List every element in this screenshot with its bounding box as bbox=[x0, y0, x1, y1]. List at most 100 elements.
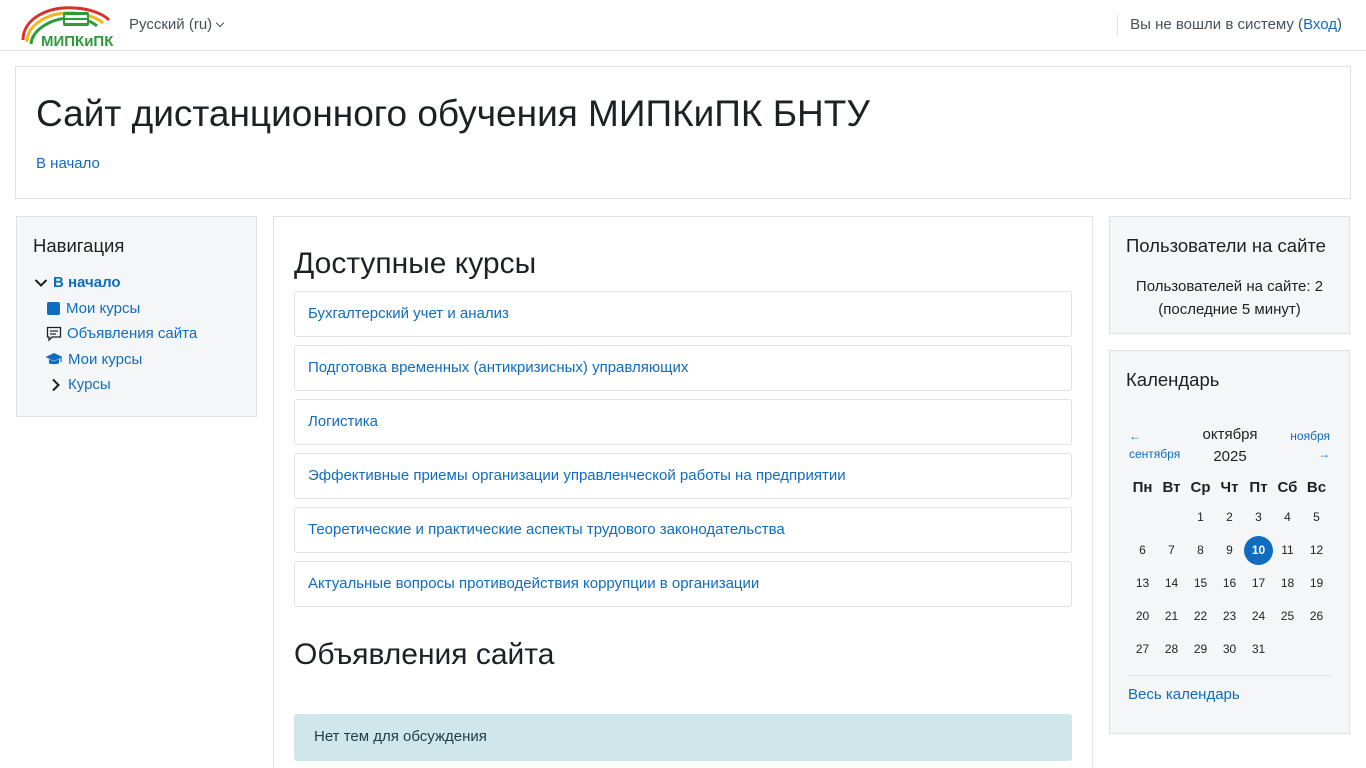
calendar-day[interactable]: 16 bbox=[1215, 569, 1244, 598]
nav-item-my-courses-2[interactable]: Мои курсы bbox=[45, 351, 142, 368]
online-users-period: (последние 5 минут) bbox=[1158, 301, 1301, 318]
calendar-weekday: Пт bbox=[1249, 479, 1268, 496]
login-prefix: Вы не вошли в систему ( bbox=[1130, 16, 1304, 33]
calendar-day[interactable]: 15 bbox=[1186, 569, 1215, 598]
online-users-info: Пользователей на сайте: 2 (последние 5 м… bbox=[1110, 275, 1349, 321]
calendar-prev-month[interactable]: ← сентября bbox=[1129, 427, 1180, 463]
calendar-day[interactable]: 8 bbox=[1186, 536, 1215, 565]
course-item[interactable]: Логистика bbox=[294, 399, 1072, 445]
calendar-weekday-row: Пн Вт Ср Чт Пт Сб Вс bbox=[1128, 475, 1331, 501]
calendar-day[interactable]: 12 bbox=[1302, 536, 1331, 565]
calendar-day[interactable]: 31 bbox=[1244, 635, 1273, 664]
current-month-label: октября bbox=[1202, 426, 1258, 443]
logo-text: МИПКиПК bbox=[41, 33, 114, 48]
login-info: Вы не вошли в систему (Вход) bbox=[1130, 16, 1342, 33]
navigation-title: Навигация bbox=[33, 235, 125, 256]
calendar-block: Календарь ← сентября октября 2025 ноября… bbox=[1109, 350, 1350, 734]
main-content: Доступные курсы Бухгалтерский учет и ана… bbox=[273, 216, 1093, 768]
nav-item-label: Мои курсы bbox=[68, 351, 143, 368]
calendar-day[interactable]: 20 bbox=[1128, 602, 1157, 631]
calendar-day[interactable]: 30 bbox=[1215, 635, 1244, 664]
calendar-day[interactable]: 6 bbox=[1128, 536, 1157, 565]
course-item[interactable]: Подготовка временных (антикризисных) упр… bbox=[294, 345, 1072, 391]
calendar-day[interactable]: 26 bbox=[1302, 602, 1331, 631]
calendar-day[interactable]: 4 bbox=[1273, 503, 1302, 532]
course-item[interactable]: Бухгалтерский учет и анализ bbox=[294, 291, 1072, 337]
calendar-grid: Пн Вт Ср Чт Пт Сб Вс 1 2 3 4 5 6 7 8 9 10 11 12 13 14 15 16 17 1… bbox=[1128, 475, 1331, 666]
nav-item-site-news[interactable]: Объявления сайта bbox=[46, 325, 197, 342]
calendar-day[interactable]: 18 bbox=[1273, 569, 1302, 598]
calendar-weekday: Пн bbox=[1132, 479, 1153, 496]
arrow-right-icon: → bbox=[1318, 447, 1330, 461]
calendar-week-row: 6 7 8 9 10 11 12 bbox=[1128, 534, 1331, 567]
calendar-day[interactable]: 21 bbox=[1157, 602, 1186, 631]
calendar-day[interactable]: 3 bbox=[1244, 503, 1273, 532]
course-item[interactable]: Эффективные приемы организации управленч… bbox=[294, 453, 1072, 499]
calendar-week-row: 27 28 29 30 31 bbox=[1128, 633, 1331, 666]
calendar-weekday: Чт bbox=[1220, 479, 1239, 496]
calendar-day-today[interactable]: 10 bbox=[1244, 536, 1273, 565]
calendar-day[interactable]: 29 bbox=[1186, 635, 1215, 664]
calendar-day[interactable]: 9 bbox=[1215, 536, 1244, 565]
login-link[interactable]: Вход bbox=[1303, 16, 1337, 33]
navbar-divider bbox=[1117, 14, 1118, 36]
calendar-footer: Весь календарь bbox=[1128, 675, 1331, 703]
calendar-day[interactable]: 24 bbox=[1244, 602, 1273, 631]
current-year-label: 2025 bbox=[1213, 448, 1247, 465]
calendar-week-row: 12345 bbox=[1128, 501, 1331, 534]
calendar-day[interactable]: 19 bbox=[1302, 569, 1331, 598]
chevron-right-icon bbox=[52, 378, 60, 391]
nav-item-label: Курсы bbox=[68, 376, 111, 393]
calendar-day[interactable]: 7 bbox=[1157, 536, 1186, 565]
news-heading: Объявления сайта bbox=[294, 638, 555, 671]
chevron-down-icon bbox=[34, 278, 48, 287]
calendar-day[interactable]: 11 bbox=[1273, 536, 1302, 565]
calendar-day[interactable]: 13 bbox=[1128, 569, 1157, 598]
login-suffix: ) bbox=[1337, 16, 1342, 33]
language-menu[interactable]: Русский (ru) bbox=[129, 16, 225, 33]
online-users-count: Пользователей на сайте: 2 bbox=[1135, 278, 1324, 295]
calendar-day-empty bbox=[1157, 503, 1186, 532]
prev-month-label: сентября bbox=[1129, 447, 1181, 461]
calendar-day[interactable]: 17 bbox=[1244, 569, 1273, 598]
calendar-day[interactable]: 23 bbox=[1215, 602, 1244, 631]
no-discussions-alert: Нет тем для обсуждения bbox=[294, 714, 1072, 761]
calendar-day-empty bbox=[1302, 635, 1331, 664]
calendar-week-row: 13 14 15 16 17 18 19 bbox=[1128, 567, 1331, 600]
calendar-day[interactable]: 22 bbox=[1186, 602, 1215, 631]
nav-item-my-courses[interactable]: Мои курсы bbox=[46, 300, 140, 317]
calendar-weekday: Вт bbox=[1162, 479, 1181, 496]
courses-heading: Доступные курсы bbox=[294, 247, 537, 280]
calendar-day[interactable]: 28 bbox=[1157, 635, 1186, 664]
calendar-day[interactable]: 27 bbox=[1128, 635, 1157, 664]
calendar-next-month[interactable]: ноября → bbox=[1290, 427, 1330, 463]
page-header: Сайт дистанционного обучения МИПКиПК БНТ… bbox=[15, 66, 1351, 199]
calendar-day[interactable]: 5 bbox=[1302, 503, 1331, 532]
nav-item-label: Мои курсы bbox=[66, 300, 141, 317]
caret-down-icon bbox=[215, 18, 225, 28]
top-navbar: МИПКиПК Русский (ru) Вы не вошли в систе… bbox=[0, 0, 1366, 51]
graduation-cap-icon bbox=[45, 353, 63, 365]
calendar-day[interactable]: 14 bbox=[1157, 569, 1186, 598]
breadcrumb-home[interactable]: В начало bbox=[36, 155, 100, 172]
course-item[interactable]: Актуальные вопросы противодействия корру… bbox=[294, 561, 1072, 607]
online-users-title: Пользователи на сайте bbox=[1126, 235, 1326, 256]
site-logo[interactable]: МИПКиПК bbox=[19, 4, 115, 50]
calendar-week-row: 20 21 22 23 24 25 26 bbox=[1128, 600, 1331, 633]
calendar-day[interactable]: 2 bbox=[1215, 503, 1244, 532]
comment-icon bbox=[46, 326, 62, 342]
nav-item-courses[interactable]: Курсы bbox=[49, 376, 111, 393]
online-users-block: Пользователи на сайте Пользователей на с… bbox=[1109, 216, 1350, 334]
calendar-day[interactable]: 25 bbox=[1273, 602, 1302, 631]
full-calendar-link[interactable]: Весь календарь bbox=[1128, 686, 1240, 703]
calendar-title: Календарь bbox=[1126, 369, 1220, 390]
navigation-block: Навигация В начало Мои курсы Объявления … bbox=[16, 216, 257, 417]
next-month-label: ноября bbox=[1290, 429, 1330, 443]
calendar-weekday: Сб bbox=[1277, 479, 1298, 496]
calendar-day[interactable]: 1 bbox=[1186, 503, 1215, 532]
nav-item-label: В начало bbox=[53, 274, 121, 291]
nav-item-home[interactable]: В начало bbox=[34, 274, 121, 291]
page-title: Сайт дистанционного обучения МИПКиПК БНТ… bbox=[36, 93, 870, 134]
calendar-day-empty bbox=[1128, 503, 1157, 532]
course-item[interactable]: Теоретические и практические аспекты тру… bbox=[294, 507, 1072, 553]
